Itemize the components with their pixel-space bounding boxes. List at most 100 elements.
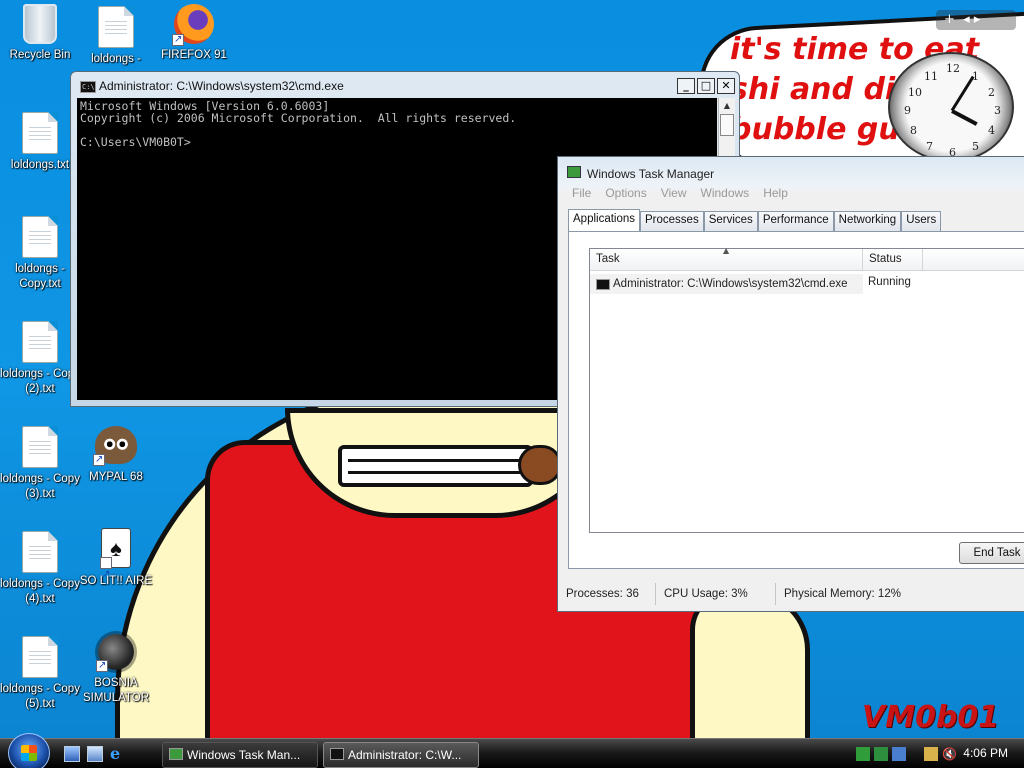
task-manager-icon	[567, 166, 581, 178]
text-file-icon	[22, 216, 58, 258]
table-row[interactable]: Administrator: C:\Windows\system32\cmd.e…	[590, 274, 1024, 294]
clock-minute-hand	[950, 75, 975, 112]
clock-number: 10	[908, 86, 922, 99]
clock-number: 12	[946, 62, 960, 75]
clock-hour-hand	[951, 109, 978, 126]
menu-windows[interactable]: Windows	[701, 186, 750, 204]
status-cpu-usage: CPU Usage: 3%	[656, 583, 776, 605]
minesweeper-icon	[96, 634, 134, 673]
desktop-icon-firefox[interactable]: FIREFOX 91	[154, 4, 234, 63]
status-processes: Processes: 36	[558, 583, 656, 605]
clock-number: 9	[904, 104, 911, 117]
clock-number: 8	[910, 124, 917, 137]
menu-file[interactable]: File	[572, 186, 591, 204]
volume-muted-icon[interactable]: 🔇	[942, 747, 957, 761]
desktop-icon-label: loldongs - Copy (4).txt	[0, 578, 80, 605]
applications-list[interactable]: ▲ Task Status Administrator: C:\Windows\…	[589, 246, 1024, 533]
taskbar-clock[interactable]: 4:06 PM	[963, 746, 1008, 760]
desktop-icon-label: Recycle Bin	[9, 49, 71, 61]
start-button[interactable]	[8, 733, 50, 768]
menu-options[interactable]: Options	[605, 186, 646, 204]
desktop-icon-loldongs-txt[interactable]: loldongs.txt	[0, 112, 80, 173]
tab-performance[interactable]: Performance	[757, 211, 834, 231]
scroll-up-arrow-icon[interactable]: ▲	[719, 98, 735, 114]
desktop-icon-label: loldongs - Copy (2).txt	[0, 368, 80, 395]
desktop-icon-mypal[interactable]: MYPAL 68	[76, 426, 156, 485]
task-manager-menubar: File Options View Windows Help	[564, 186, 788, 204]
desktop-icon-recycle-bin[interactable]: Recycle Bin	[0, 4, 80, 63]
text-file-icon	[22, 531, 58, 573]
taskbar-button-label: Windows Task Man...	[187, 748, 301, 762]
taskbar-button-label: Administrator: C:\W...	[348, 748, 462, 762]
clock-number: 5	[972, 140, 979, 153]
network-icon[interactable]	[892, 747, 906, 761]
cmd-titlebar[interactable]: C:\ Administrator: C:\Windows\system32\c…	[71, 72, 739, 100]
menu-help[interactable]: Help	[763, 186, 788, 204]
tab-services[interactable]: Services	[703, 211, 758, 231]
desktop-icon-bosnia-simulator[interactable]: BOSNIA SIMULATOR	[76, 634, 156, 706]
minimize-button[interactable]: _	[677, 78, 695, 94]
close-button[interactable]: ✕	[717, 78, 735, 94]
shortcut-arrow-icon	[100, 555, 112, 595]
menu-view[interactable]: View	[661, 186, 687, 204]
taskbar-button-cmd[interactable]: Administrator: C:\W...	[323, 742, 479, 768]
tray-cpu-icon[interactable]	[856, 747, 870, 761]
taskbar-button-task-manager[interactable]: Windows Task Man...	[162, 742, 318, 768]
end-task-button[interactable]: End Task	[959, 542, 1024, 564]
desktop-icon-label: loldongs -	[91, 53, 141, 65]
desktop-icon-loldongs-copy-3[interactable]: loldongs - Copy (3).txt	[0, 426, 80, 502]
switch-windows-icon[interactable]	[87, 746, 103, 762]
desktop-icon-solitaire[interactable]: ♠ SO LIT!! AIRE	[76, 528, 156, 595]
desktop-icon-label: loldongs - Copy.txt	[15, 263, 65, 290]
scrollbar-thumb[interactable]	[720, 114, 734, 136]
desktop-icon-label: MYPAL 68	[89, 471, 143, 483]
tab-applications[interactable]: Applications	[568, 209, 641, 231]
status-cell: Running	[868, 276, 911, 288]
shortcut-arrow-icon	[172, 32, 184, 47]
desktop-icon-loldongs[interactable]: loldongs -	[76, 6, 156, 67]
shortcut-arrow-icon	[96, 658, 108, 673]
desktop-icon-label: loldongs.txt	[10, 159, 70, 171]
cmd-caption-buttons: _ □ ✕	[677, 78, 735, 94]
task-manager-titlebar[interactable]: Windows Task Manager	[558, 157, 1024, 185]
cmd-window-title: Administrator: C:\Windows\system32\cmd.e…	[99, 79, 344, 93]
task-name: Administrator: C:\Windows\system32\cmd.e…	[613, 278, 848, 290]
list-header: ▲ Task Status	[590, 246, 1024, 271]
clock-gadget[interactable]: 12 1 2 3 4 5 6 7 8 9 10 11	[888, 52, 1014, 162]
task-manager-icon	[169, 748, 183, 760]
text-file-icon	[22, 426, 58, 468]
desktop-icon-label: loldongs - Copy (3).txt	[0, 473, 80, 500]
sidebar-gadget-controls[interactable]: + ◂ ▸	[936, 10, 1016, 30]
solitaire-icon: ♠	[100, 528, 131, 595]
text-file-icon	[22, 321, 58, 363]
clock-number: 11	[924, 70, 938, 83]
desktop-icon-loldongs-copy-5[interactable]: loldongs - Copy (5).txt	[0, 636, 80, 712]
recycle-bin-icon	[23, 4, 57, 44]
tab-networking[interactable]: Networking	[833, 211, 902, 231]
firefox-icon	[172, 4, 214, 47]
desktop-icon-label: SO LIT!! AIRE	[79, 575, 153, 587]
desktop-icon-loldongs-copy[interactable]: loldongs - Copy.txt	[0, 216, 80, 292]
taskbar: e Windows Task Man... Administrator: C:\…	[0, 733, 1024, 768]
maximize-button[interactable]: □	[697, 78, 715, 94]
desktop-icon-loldongs-copy-2[interactable]: loldongs - Copy (2).txt	[0, 321, 80, 397]
show-desktop-icon[interactable]	[64, 746, 80, 762]
task-manager-statusbar: Processes: 36 CPU Usage: 3% Physical Mem…	[558, 583, 1024, 609]
task-cell: Administrator: C:\Windows\system32\cmd.e…	[590, 274, 863, 294]
sort-ascending-icon: ▲	[723, 246, 730, 255]
column-header-status[interactable]: Status	[863, 249, 923, 271]
internet-explorer-icon[interactable]: e	[110, 746, 126, 762]
applications-panel: ▲ Task Status Administrator: C:\Windows\…	[568, 231, 1024, 569]
security-icon[interactable]	[924, 747, 938, 761]
tab-users[interactable]: Users	[901, 211, 942, 231]
clock-number: 7	[926, 140, 933, 153]
tab-processes[interactable]: Processes	[640, 211, 704, 231]
status-physical-memory: Physical Memory: 12%	[784, 588, 901, 600]
clock-number: 3	[994, 104, 1001, 117]
tray-task-manager-icon[interactable]	[874, 747, 888, 761]
text-file-icon	[22, 636, 58, 678]
task-manager-window[interactable]: Windows Task Manager File Options View W…	[557, 156, 1024, 612]
cartoon-hand	[518, 445, 562, 485]
task-manager-tabs: Applications Processes Services Performa…	[568, 209, 942, 231]
desktop-icon-loldongs-copy-4[interactable]: loldongs - Copy (4).txt	[0, 531, 80, 607]
